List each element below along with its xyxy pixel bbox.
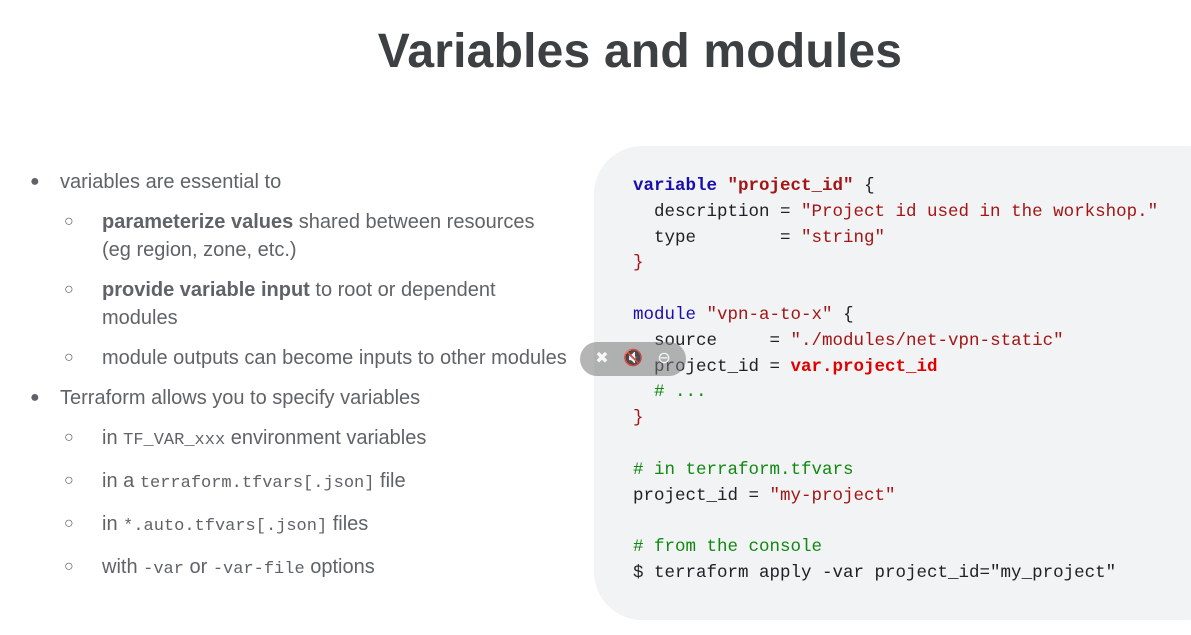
inline-code: TF_VAR_xxx [123, 431, 226, 450]
sub-bullet-provide-input: ○ provide variable input to root or depe… [28, 276, 568, 332]
bullet-variables-essential: ● variables are essential to [28, 168, 568, 196]
bullet-text: Terraform allows you to specify variable… [60, 387, 421, 409]
code-keyword: module [633, 304, 697, 325]
bullet-ring-icon: ○ [64, 281, 74, 298]
code-keyword: variable [633, 176, 718, 196]
code-text: description = [633, 201, 802, 222]
mute-icon[interactable]: 🔇 [623, 342, 643, 376]
sub-bullet-text: in [102, 427, 124, 449]
code-block: variable "project_id" { description = "P… [633, 174, 1158, 587]
bullet-list: ● variables are essential to ○ parameter… [28, 168, 568, 596]
code-string: "Project id used in the workshop." [801, 201, 1159, 222]
slide-title: Variables and modules [377, 25, 903, 78]
code-text: { [853, 176, 875, 196]
sub-bullet-bold: provide variable input [102, 279, 310, 301]
code-string: "vpn-a-to-x" [706, 304, 833, 325]
pin-off-icon[interactable]: ✖ [595, 342, 608, 376]
sub-bullet-env-vars: ○ in TF_VAR_xxx environment variables [28, 424, 568, 455]
code-text: project_id = [633, 485, 770, 506]
code-text: type = [633, 227, 802, 248]
code-variable: var.project_id [790, 356, 938, 377]
inline-code: -var [143, 560, 184, 579]
code-comment: # ... [633, 382, 707, 403]
code-text: { [832, 304, 854, 325]
bullet-text: variables are essential to [60, 171, 282, 193]
code-comment: # from the console [633, 537, 823, 558]
sub-bullet-text: module outputs can become inputs to othe… [102, 347, 567, 369]
bullet-terraform-allows: ● Terraform allows you to specify variab… [28, 384, 568, 412]
code-string: "my-project" [769, 485, 896, 506]
minus-circle-icon[interactable]: ⊖ [657, 342, 670, 376]
sub-bullet-text: options [304, 556, 375, 578]
code-string: "project_id" [727, 176, 854, 196]
sub-bullet-text: with [102, 556, 144, 578]
bullet-ring-icon: ○ [64, 213, 74, 230]
bullet-dot-icon: ● [30, 389, 40, 406]
code-command: $ terraform apply -var project_id="my_pr… [633, 562, 1117, 583]
bullet-dot-icon: ● [30, 173, 40, 190]
bullet-ring-icon: ○ [64, 429, 74, 446]
sub-bullet-bold: parameterize values [102, 211, 294, 233]
bullet-ring-icon: ○ [64, 472, 74, 489]
code-brace: } [633, 253, 644, 274]
code-comment: # in terraform.tfvars [633, 459, 854, 480]
code-string: "./modules/net-vpn-static" [790, 330, 1064, 351]
sub-bullet-text: in a [102, 470, 140, 492]
bullet-ring-icon: ○ [64, 515, 74, 532]
sub-bullet-tfvars-file: ○ in a terraform.tfvars[.json] file [28, 467, 568, 498]
code-brace: } [633, 408, 644, 429]
sub-bullet-text: environment variables [225, 427, 427, 449]
sub-bullet-var-options: ○ with -var or -var-file options [28, 553, 568, 584]
sub-bullet-parameterize: ○ parameterize values shared between res… [28, 208, 568, 264]
video-overlay-controls[interactable]: ✖ 🔇 ⊖ [580, 342, 686, 376]
sub-bullet-text: files [327, 513, 369, 535]
sub-bullet-text: in [102, 513, 124, 535]
bullet-ring-icon: ○ [64, 558, 74, 575]
sub-bullet-text: file [374, 470, 406, 492]
sub-bullet-module-outputs: ○ module outputs can become inputs to ot… [28, 344, 568, 372]
inline-code: *.auto.tfvars[.json] [123, 517, 328, 536]
sub-bullet-text: or [183, 556, 213, 578]
sub-bullet-auto-tfvars: ○ in *.auto.tfvars[.json] files [28, 510, 568, 541]
inline-code: -var-file [212, 560, 305, 579]
bullet-ring-icon: ○ [64, 349, 74, 366]
inline-code: terraform.tfvars[.json] [139, 474, 375, 493]
code-string: "string" [801, 227, 886, 248]
